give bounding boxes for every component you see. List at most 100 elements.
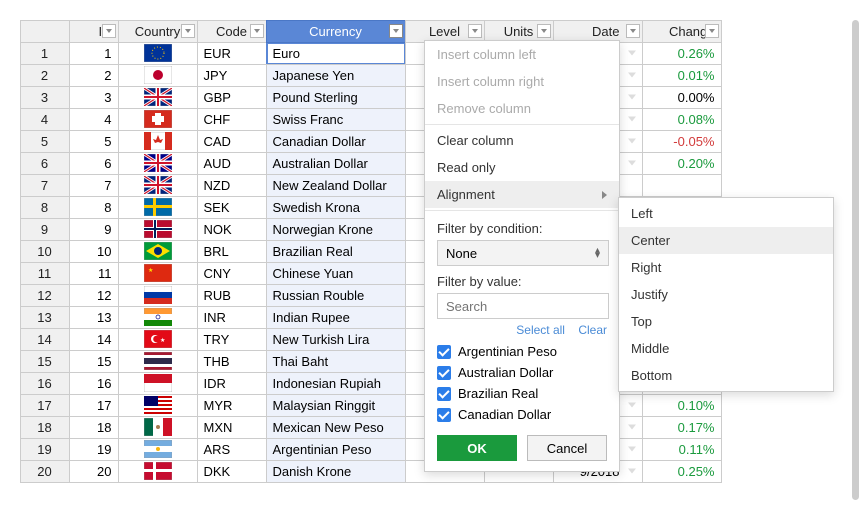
cell-change[interactable]: 0.17%: [642, 416, 722, 439]
cell-code[interactable]: JPY: [197, 64, 267, 87]
chevron-down-icon[interactable]: [628, 51, 636, 56]
cell-id[interactable]: 19: [69, 438, 119, 461]
chevron-down-icon[interactable]: [628, 73, 636, 78]
cell-id[interactable]: 12: [69, 284, 119, 307]
cell-change[interactable]: 0.26%: [642, 42, 722, 65]
cell-country[interactable]: [118, 460, 198, 483]
chevron-down-icon[interactable]: [628, 403, 636, 408]
submenu-item-middle[interactable]: Middle: [619, 335, 833, 362]
cell-code[interactable]: CNY: [197, 262, 267, 285]
cell-change[interactable]: 0.11%: [642, 438, 722, 461]
cell-id[interactable]: 15: [69, 350, 119, 373]
cell-code[interactable]: BRL: [197, 240, 267, 263]
checkbox-checked-icon[interactable]: [437, 408, 451, 422]
cell-country[interactable]: [118, 218, 198, 241]
menu-alignment[interactable]: Alignment: [425, 181, 619, 208]
clear-link[interactable]: Clear: [578, 323, 607, 337]
row-header[interactable]: 17: [20, 394, 70, 417]
row-header[interactable]: 4: [20, 108, 70, 131]
row-header[interactable]: 20: [20, 460, 70, 483]
filter-search-input[interactable]: [437, 293, 609, 319]
cell-code[interactable]: INR: [197, 306, 267, 329]
cell-currency[interactable]: New Zealand Dollar: [266, 174, 406, 197]
cell-currency[interactable]: Argentinian Peso: [266, 438, 406, 461]
cell-currency[interactable]: Indian Rupee: [266, 306, 406, 329]
filter-check-item[interactable]: Argentinian Peso: [437, 341, 607, 362]
cell-id[interactable]: 6: [69, 152, 119, 175]
cell-id[interactable]: 10: [69, 240, 119, 263]
filter-check-item[interactable]: Australian Dollar: [437, 362, 607, 383]
row-header[interactable]: 1: [20, 42, 70, 65]
submenu-item-bottom[interactable]: Bottom: [619, 362, 833, 389]
filter-icon[interactable]: [389, 24, 403, 38]
row-header[interactable]: 10: [20, 240, 70, 263]
filter-icon[interactable]: [181, 24, 195, 38]
cell-currency[interactable]: Brazilian Real: [266, 240, 406, 263]
checkbox-checked-icon[interactable]: [437, 366, 451, 380]
filter-check-item[interactable]: Canadian Dollar: [437, 404, 607, 425]
cell-change[interactable]: 0.00%: [642, 86, 722, 109]
row-header[interactable]: 18: [20, 416, 70, 439]
cell-id[interactable]: 14: [69, 328, 119, 351]
header-code[interactable]: Code: [197, 20, 267, 43]
cell-id[interactable]: 1: [69, 42, 119, 65]
scrollbar-thumb[interactable]: [852, 20, 859, 500]
cell-currency[interactable]: Russian Rouble: [266, 284, 406, 307]
cell-country[interactable]: [118, 438, 198, 461]
row-header[interactable]: 8: [20, 196, 70, 219]
cell-country[interactable]: [118, 86, 198, 109]
chevron-down-icon[interactable]: [628, 139, 636, 144]
submenu-item-center[interactable]: Center: [619, 227, 833, 254]
cell-id[interactable]: 18: [69, 416, 119, 439]
chevron-down-icon[interactable]: [628, 425, 636, 430]
submenu-item-justify[interactable]: Justify: [619, 281, 833, 308]
cell-currency[interactable]: Mexican New Peso: [266, 416, 406, 439]
cell-currency[interactable]: Malaysian Ringgit: [266, 394, 406, 417]
cell-id[interactable]: 13: [69, 306, 119, 329]
filter-checklist[interactable]: Argentinian PesoAustralian DollarBrazili…: [437, 341, 607, 425]
filter-icon[interactable]: [468, 24, 482, 38]
cell-code[interactable]: IDR: [197, 372, 267, 395]
cell-country[interactable]: [118, 240, 198, 263]
cell-code[interactable]: RUB: [197, 284, 267, 307]
chevron-down-icon[interactable]: [628, 95, 636, 100]
chevron-down-icon[interactable]: [628, 117, 636, 122]
cell-currency[interactable]: Pound Sterling: [266, 86, 406, 109]
cell-country[interactable]: [118, 152, 198, 175]
vertical-scrollbar[interactable]: [852, 20, 859, 500]
cancel-button[interactable]: Cancel: [527, 435, 607, 461]
submenu-item-top[interactable]: Top: [619, 308, 833, 335]
cell-id[interactable]: 3: [69, 86, 119, 109]
filter-icon[interactable]: [705, 24, 719, 38]
cell-code[interactable]: MXN: [197, 416, 267, 439]
cell-country[interactable]: [118, 306, 198, 329]
submenu-item-left[interactable]: Left: [619, 200, 833, 227]
cell-id[interactable]: 7: [69, 174, 119, 197]
checkbox-checked-icon[interactable]: [437, 387, 451, 401]
cell-code[interactable]: CAD: [197, 130, 267, 153]
chevron-down-icon[interactable]: [628, 469, 636, 474]
filter-icon[interactable]: [250, 24, 264, 38]
cell-id[interactable]: 11: [69, 262, 119, 285]
cell-id[interactable]: 16: [69, 372, 119, 395]
cell-change[interactable]: 0.01%: [642, 64, 722, 87]
cell-code[interactable]: NZD: [197, 174, 267, 197]
cell-country[interactable]: [118, 416, 198, 439]
cell-currency[interactable]: Norwegian Krone: [266, 218, 406, 241]
cell-change[interactable]: 0.08%: [642, 108, 722, 131]
cell-currency[interactable]: Swiss Franc: [266, 108, 406, 131]
cell-country[interactable]: [118, 284, 198, 307]
row-header[interactable]: 12: [20, 284, 70, 307]
menu-clear-column[interactable]: Clear column: [425, 127, 619, 154]
filter-check-item[interactable]: Brazilian Real: [437, 383, 607, 404]
cell-code[interactable]: EUR: [197, 42, 267, 65]
cell-country[interactable]: [118, 42, 198, 65]
cell-country[interactable]: [118, 196, 198, 219]
filter-icon[interactable]: [537, 24, 551, 38]
cell-country[interactable]: [118, 108, 198, 131]
header-country[interactable]: Country: [118, 20, 198, 43]
cell-currency[interactable]: New Turkish Lira: [266, 328, 406, 351]
cell-country[interactable]: [118, 350, 198, 373]
menu-insert-right[interactable]: Insert column right: [425, 68, 619, 95]
select-all-link[interactable]: Select all: [516, 323, 565, 337]
